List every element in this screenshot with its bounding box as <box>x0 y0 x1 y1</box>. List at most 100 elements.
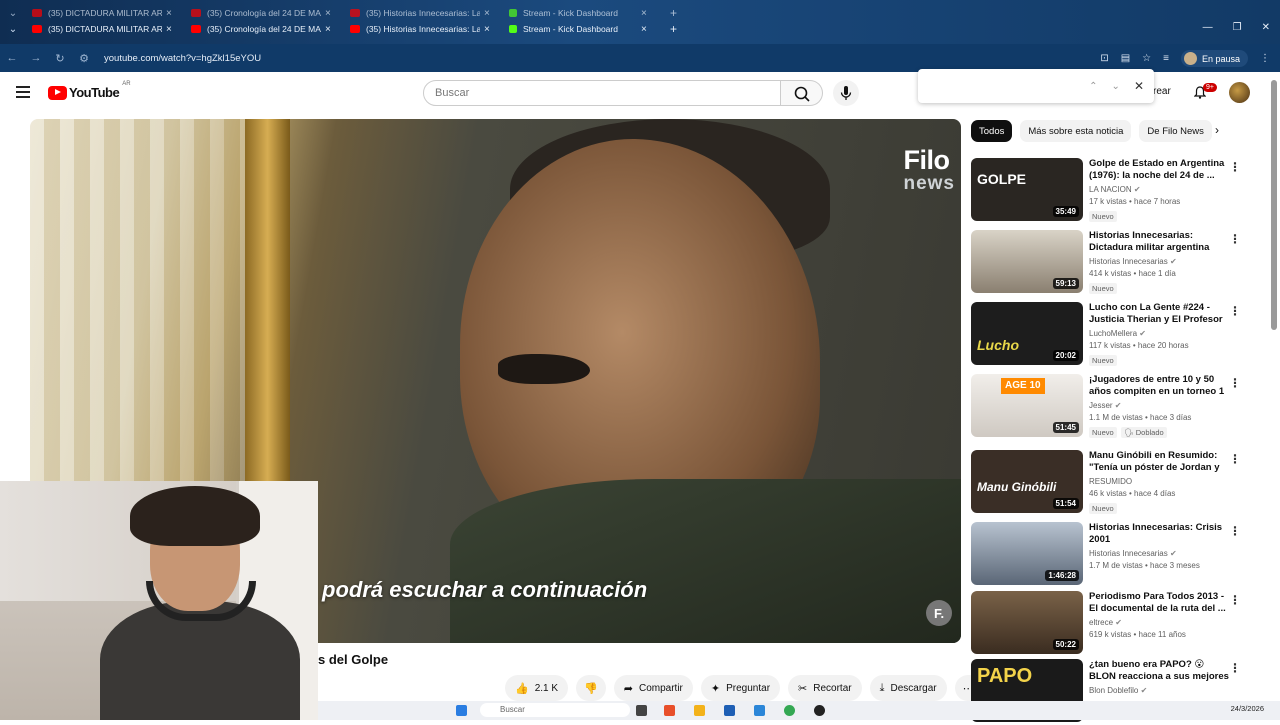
tab-close-icon[interactable]: × <box>641 8 647 19</box>
search-button[interactable] <box>781 80 823 106</box>
share-button[interactable]: ➦ Compartir <box>613 675 693 701</box>
chip-related-news[interactable]: Más sobre esta noticia <box>1020 120 1132 142</box>
browser-tab[interactable]: (35) DICTADURA MILITAR ARG × <box>26 5 184 21</box>
more-options-icon[interactable]: ⋮ <box>1229 452 1241 466</box>
forward-icon[interactable]: → <box>24 52 48 64</box>
close-window-icon[interactable]: ✕ <box>1262 22 1270 33</box>
chevron-right-icon[interactable]: › <box>1215 123 1219 137</box>
minimize-icon[interactable]: — <box>1203 22 1213 33</box>
tab-close-icon[interactable]: × <box>325 8 331 19</box>
recommendation-title[interactable]: Periodismo Para Todos 2013 - El document… <box>1089 591 1229 615</box>
youtube-logo[interactable]: YouTube AR <box>48 81 131 100</box>
recommendation-title[interactable]: Manu Ginóbili en Resumido: "Tenía un pós… <box>1089 450 1229 474</box>
folder-icon[interactable] <box>694 705 705 716</box>
recommendation-title[interactable]: ¡Jugadores de entre 10 y 50 años compite… <box>1089 374 1229 398</box>
install-app-icon[interactable]: ⊡ <box>1100 53 1108 64</box>
account-avatar[interactable] <box>1229 82 1250 103</box>
search-input[interactable]: Buscar <box>423 80 781 106</box>
recommendation-title[interactable]: Historias Innecesarias: Dictadura milita… <box>1089 230 1229 254</box>
recommendation-item[interactable]: Manu Ginóbili 51:54 Manu Ginóbili en Resu… <box>971 450 1271 516</box>
voice-search-button[interactable] <box>833 80 859 106</box>
tab-close-icon[interactable]: × <box>166 24 172 35</box>
tab-close-icon[interactable]: × <box>325 24 331 35</box>
more-options-icon[interactable]: ⋮ <box>1229 661 1241 675</box>
hamburger-menu-icon[interactable] <box>16 86 30 101</box>
video-thumbnail[interactable]: 1:46:28 <box>971 522 1083 585</box>
browser-tab[interactable]: (35) Cronología del 24 DE MAR × <box>185 21 343 37</box>
tab-close-icon[interactable]: × <box>484 8 490 19</box>
tab-close-icon[interactable]: × <box>166 8 172 19</box>
taskbar-search[interactable]: Buscar <box>480 703 630 717</box>
obs-icon[interactable] <box>814 705 825 716</box>
reader-icon[interactable]: ▤ <box>1121 53 1130 64</box>
recommendation-title[interactable]: ¿tan bueno era PAPO? 😮 BLON reacciona a … <box>1089 659 1229 683</box>
channel-watermark-button[interactable]: F. <box>926 600 952 626</box>
browser-tab[interactable]: (35) Cronología del 24 DE MAR × <box>185 5 343 21</box>
browser-menu-icon[interactable]: ⋮ <box>1260 53 1270 64</box>
chip-all[interactable]: Todos <box>971 120 1013 142</box>
browser-tab[interactable]: (35) Historias Innecesarias: La N × <box>344 5 502 21</box>
browser-tab[interactable]: (35) Historias Innecesarias: La N × <box>344 21 502 37</box>
channel-name[interactable]: Jesser <box>1089 401 1113 410</box>
more-options-icon[interactable]: ⋮ <box>1229 304 1241 318</box>
clip-button[interactable]: ✂ Recortar <box>788 675 862 701</box>
channel-name[interactable]: RESUMIDO <box>1089 477 1132 486</box>
recommendation-item[interactable]: AGE 10 51:45 ¡Jugadores de entre 10 y 50 … <box>971 374 1271 440</box>
browser-tab[interactable]: Stream - Kick Dashboard × <box>503 21 661 37</box>
back-icon[interactable]: ← <box>0 52 24 64</box>
more-options-icon[interactable]: ⋮ <box>1229 524 1241 538</box>
recommendation-item[interactable]: 50:22 Periodismo Para Todos 2013 - El do… <box>971 591 1271 657</box>
profile-button[interactable]: En pausa <box>1180 50 1248 67</box>
more-options-icon[interactable]: ⋮ <box>1229 160 1241 174</box>
channel-name[interactable]: Blon Doblefilo <box>1089 686 1138 695</box>
chip-channel[interactable]: De Filo News <box>1139 120 1212 142</box>
channel-name[interactable]: LuchoMellera <box>1089 329 1137 338</box>
video-thumbnail[interactable]: 59:13 <box>971 230 1083 293</box>
channel-name[interactable]: eltrece <box>1089 618 1113 627</box>
windows-start-icon[interactable] <box>456 705 467 716</box>
bookmark-star-icon[interactable]: ☆ <box>1142 53 1151 64</box>
create-button[interactable]: rear <box>1153 86 1171 97</box>
store-icon[interactable] <box>724 705 735 716</box>
channel-name[interactable]: Historias Innecesarias <box>1089 549 1168 558</box>
channel-name[interactable]: LA NACION <box>1089 185 1132 194</box>
find-next-icon[interactable]: ⌄ <box>1112 81 1120 92</box>
app-icon[interactable] <box>664 705 675 716</box>
new-tab-icon[interactable]: + <box>670 22 677 36</box>
tab-close-icon[interactable]: × <box>641 24 647 35</box>
reload-icon[interactable]: ↻ <box>48 52 72 65</box>
recommendation-title[interactable]: Golpe de Estado en Argentina (1976): la … <box>1089 158 1229 182</box>
find-close-icon[interactable]: ✕ <box>1134 79 1144 93</box>
like-button[interactable]: 👍 2.1 K <box>505 675 569 701</box>
video-thumbnail[interactable]: Lucho 20:02 <box>971 302 1083 365</box>
video-thumbnail[interactable]: GOLPE 35:49 <box>971 158 1083 221</box>
site-info-icon[interactable]: ⚙ <box>72 52 96 65</box>
recommendation-item[interactable]: 59:13 Historias Innecesarias: Dictadura … <box>971 230 1271 296</box>
find-previous-icon[interactable]: ⌃ <box>1089 81 1097 92</box>
maximize-icon[interactable]: ❐ <box>1233 22 1242 33</box>
task-view-icon[interactable] <box>636 705 647 716</box>
recommendation-item[interactable]: 1:46:28 Historias Innecesarias: Crisis 2… <box>971 522 1271 588</box>
more-options-icon[interactable]: ⋮ <box>1229 232 1241 246</box>
channel-name[interactable]: Historias Innecesarias <box>1089 257 1168 266</box>
tab-search-icon[interactable]: ⌄ <box>0 24 26 35</box>
page-scrollbar[interactable] <box>1271 80 1277 330</box>
tab-search-icon[interactable]: ⌄ <box>0 8 26 19</box>
browser-tab[interactable]: Stream - Kick Dashboard × <box>503 5 661 21</box>
recommendation-title[interactable]: Lucho con La Gente #224 - Justicia Theri… <box>1089 302 1229 326</box>
chrome-icon[interactable] <box>784 705 795 716</box>
video-thumbnail[interactable]: 50:22 <box>971 591 1083 654</box>
more-options-icon[interactable]: ⋮ <box>1229 376 1241 390</box>
tab-close-icon[interactable]: × <box>484 24 490 35</box>
video-thumbnail[interactable]: Manu Ginóbili 51:54 <box>971 450 1083 513</box>
recommendation-item[interactable]: GOLPE 35:49 Golpe de Estado en Argentina … <box>971 158 1271 224</box>
dislike-button[interactable]: 👎 <box>576 675 606 701</box>
url-field[interactable]: youtube.com/watch?v=hgZkl15eYOU <box>104 53 261 64</box>
ask-button[interactable]: ✦ Preguntar <box>700 675 781 701</box>
recommendation-item[interactable]: Lucho 20:02 Lucho con La Gente #224 - Jus… <box>971 302 1271 368</box>
media-control-icon[interactable]: ≡ <box>1163 53 1169 64</box>
video-thumbnail[interactable]: AGE 10 51:45 <box>971 374 1083 437</box>
recommendation-title[interactable]: Historias Innecesarias: Crisis 2001 <box>1089 522 1229 546</box>
browser-tab[interactable]: (35) DICTADURA MILITAR ARG × <box>26 21 184 37</box>
more-options-icon[interactable]: ⋮ <box>1229 593 1241 607</box>
